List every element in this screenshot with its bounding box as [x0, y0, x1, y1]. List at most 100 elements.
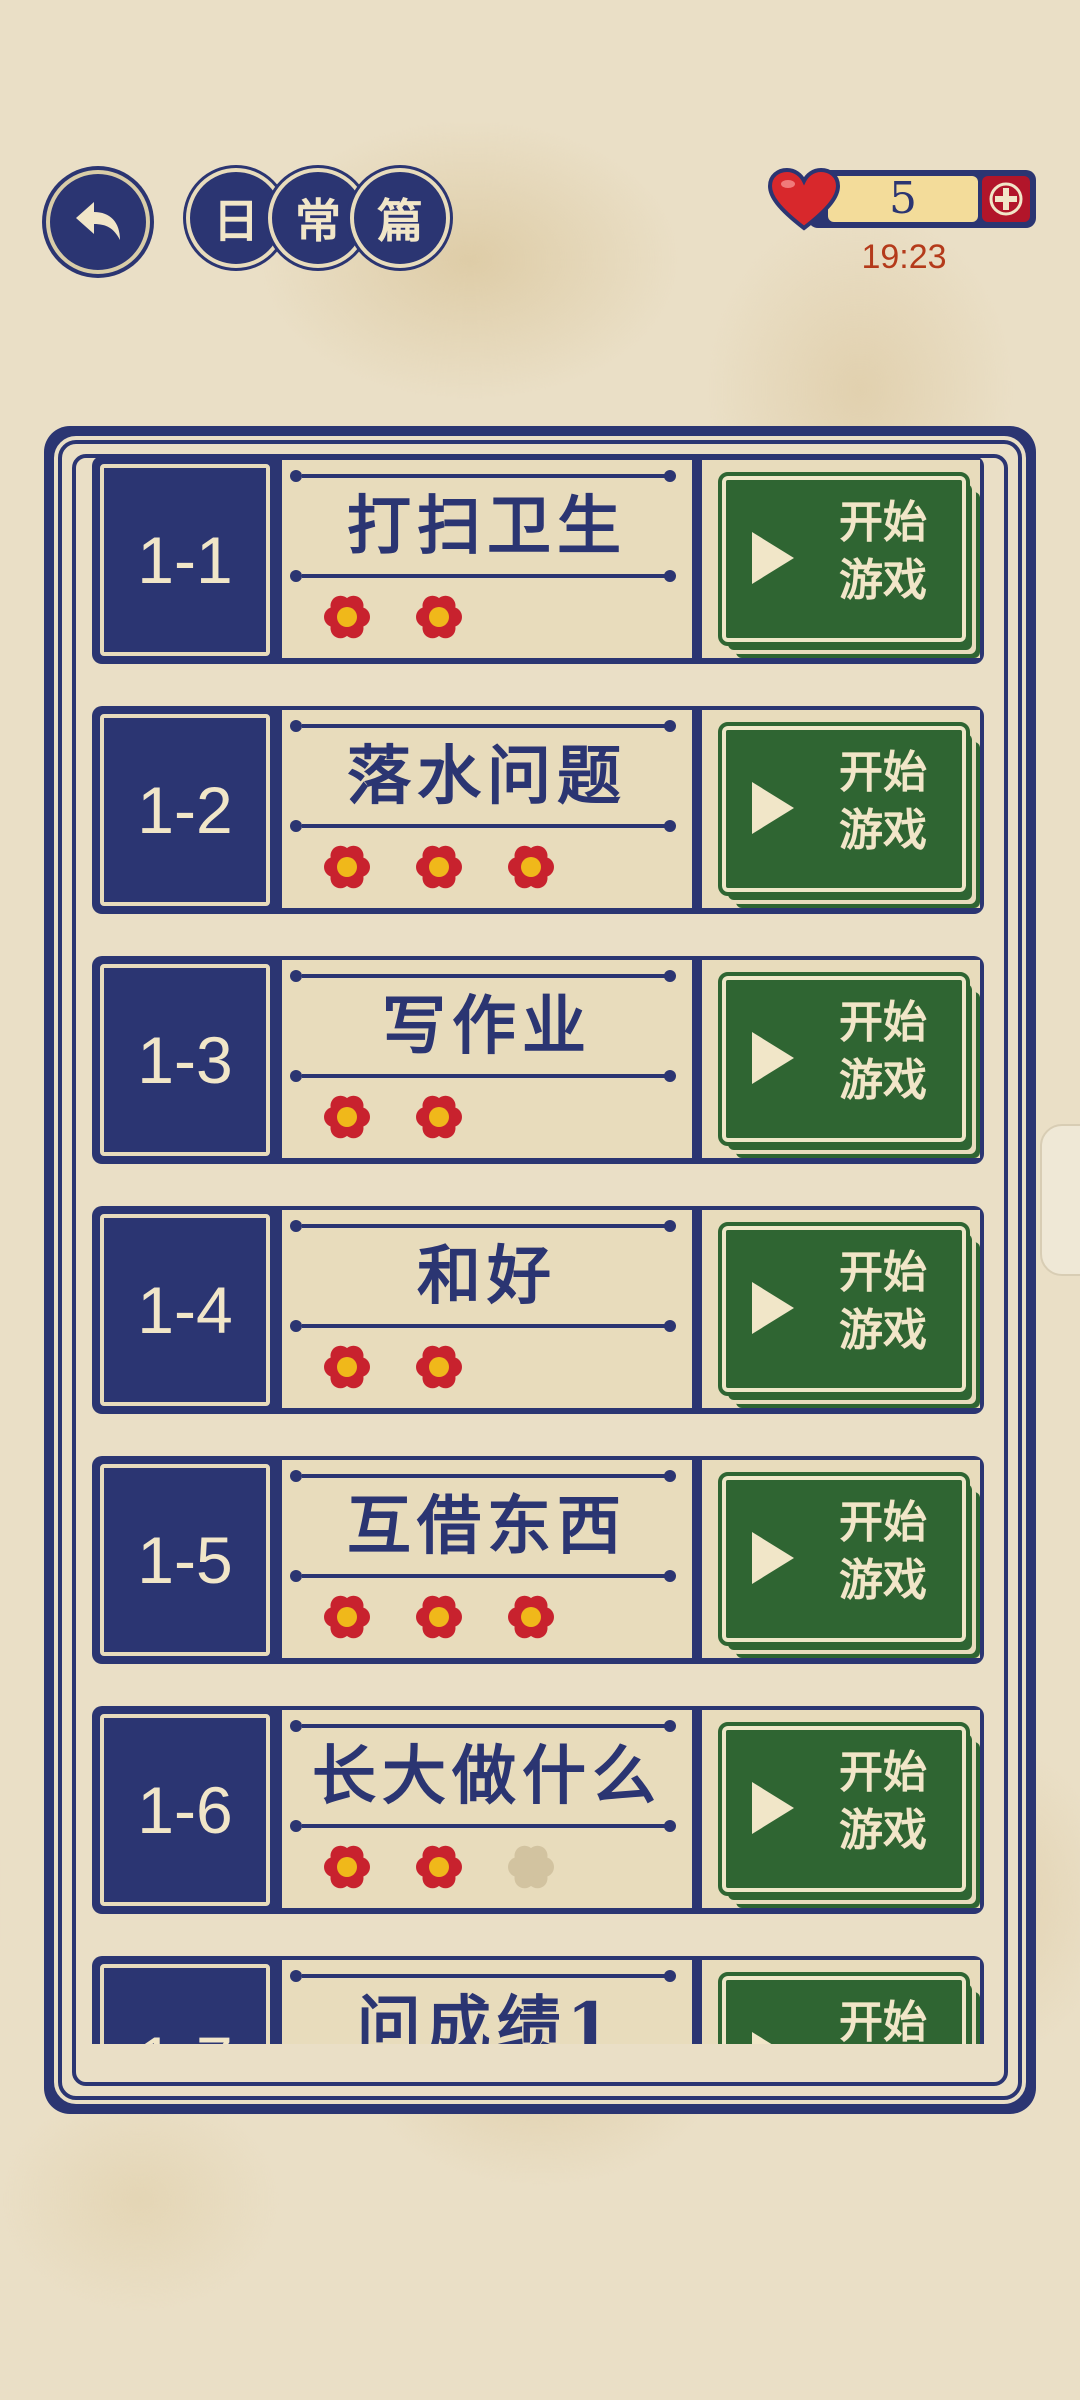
flower-star-icon [324, 845, 370, 889]
level-action: 开始游戏 [698, 710, 980, 908]
start-game-label-line2: 游戏 [839, 1805, 927, 1856]
start-game-label: 开始游戏 [818, 1744, 948, 1860]
lives-counter: 5 [768, 168, 1040, 232]
play-icon [752, 1032, 794, 1084]
start-game-button[interactable]: 开始游戏 [718, 972, 970, 1146]
level-action: 开始游戏 [698, 960, 980, 1158]
side-tab-handle[interactable] [1040, 1124, 1080, 1276]
play-icon [752, 782, 794, 834]
play-icon [752, 1282, 794, 1334]
back-button[interactable] [46, 170, 150, 274]
level-title: 落水问题 [347, 739, 627, 814]
divider-line [302, 1074, 672, 1078]
level-list[interactable]: 1-1 打扫卫生 开始 游戏 1-2 落水问题 开始 游戏 1-3 写作业 开始 游戏 1-4 和好 开始游… [92, 454, 988, 2044]
start-game-label-line2: 游戏 [839, 805, 927, 856]
ornament-dot [664, 470, 676, 482]
start-game-label-line2: 游戏 [839, 555, 927, 606]
level-action: 开始游戏 [698, 1210, 980, 1408]
flower-star-icon [324, 595, 370, 639]
flower-star-icon [508, 845, 554, 889]
start-game-button[interactable]: 开始游戏 [718, 1472, 970, 1646]
ornament-dot [664, 1970, 676, 1982]
chapter-title: 日 常 篇 [186, 168, 450, 268]
flower-star-icon [324, 1595, 370, 1639]
level-number: 1-3 [100, 964, 270, 1156]
start-game-label-line1: 开始 [839, 997, 927, 1048]
level-number: 1-2 [100, 714, 270, 906]
divider-line [302, 1724, 672, 1728]
divider-line [302, 724, 672, 728]
ornament-dot [290, 470, 302, 482]
level-row: 1-6 长大做什么 开始 游戏 [92, 1706, 984, 1914]
start-game-label-line1: 开始 [839, 747, 927, 798]
level-info: 问成绩1 [282, 1960, 692, 2044]
start-game-button[interactable]: 开始游戏 [718, 1222, 970, 1396]
start-game-label: 开始游戏 [818, 1494, 948, 1610]
start-game-button[interactable]: 开始游戏 [718, 1972, 970, 2044]
level-info: 打扫卫生 [282, 460, 692, 658]
start-game-label-line1: 开始 [839, 1997, 927, 2044]
level-panel: 1-1 打扫卫生 开始 游戏 1-2 落水问题 开始 游戏 1-3 写作业 开始 游戏 1-4 和好 开始游… [44, 426, 1036, 2114]
level-row: 1-3 写作业 开始游戏 [92, 956, 984, 1164]
level-info: 互借东西 [282, 1460, 692, 1658]
flower-star-icon [324, 1845, 370, 1889]
flower-star-icon [324, 1345, 370, 1389]
level-action: 开始游戏 [698, 460, 980, 658]
divider-line [302, 974, 672, 978]
start-game-button[interactable]: 开始游戏 [718, 1722, 970, 1896]
flower-star-icon [416, 1345, 462, 1389]
level-rating [322, 1842, 556, 1892]
level-rating [322, 1592, 556, 1642]
ornament-dot [290, 1970, 302, 1982]
level-action: 开始游戏 [698, 1960, 980, 2044]
flower-star-icon [416, 595, 462, 639]
divider-line [302, 1474, 672, 1478]
level-action: 开始游戏 [698, 1710, 980, 1908]
level-number: 1-7 [100, 1964, 270, 2044]
divider-line [302, 1574, 672, 1578]
level-rating [322, 1092, 464, 1142]
start-game-label-line1: 开始 [839, 1247, 927, 1298]
start-game-label-line1: 开始 [839, 1497, 927, 1548]
divider-line [302, 574, 672, 578]
lives-count: 5 [828, 176, 978, 222]
start-game-label: 开始游戏 [818, 494, 948, 610]
start-game-label-line2: 游戏 [839, 1305, 927, 1356]
divider-line [302, 1324, 672, 1328]
level-title: 互借东西 [347, 1489, 627, 1564]
flower-star-icon [416, 1845, 462, 1889]
empty-flower-star-icon [508, 1845, 554, 1889]
ornament-dot [664, 1470, 676, 1482]
ornament-dot [290, 720, 302, 732]
level-row: 1-4 和好 开始 游戏 [92, 1206, 984, 1414]
divider-line [302, 824, 672, 828]
ornament-dot [664, 1220, 676, 1232]
level-number: 1-4 [100, 1214, 270, 1406]
start-game-label-line1: 开始 [839, 497, 927, 548]
level-title: 打扫卫生 [347, 489, 627, 564]
ornament-dot [290, 1470, 302, 1482]
level-title: 长大做什么 [312, 1739, 662, 1814]
level-info: 长大做什么 [282, 1710, 692, 1908]
level-row: 1-5 互借东西 开始 游戏 [92, 1456, 984, 1664]
level-number: 1-1 [100, 464, 270, 656]
level-title: 写作业 [382, 989, 592, 1064]
ornament-dot [290, 1720, 302, 1732]
start-game-label-line1: 开始 [839, 1747, 927, 1798]
ornament-dot [664, 720, 676, 732]
level-action: 开始游戏 [698, 1460, 980, 1658]
level-info: 写作业 [282, 960, 692, 1158]
flower-star-icon [324, 1095, 370, 1139]
start-game-button[interactable]: 开始游戏 [718, 472, 970, 646]
start-game-button[interactable]: 开始游戏 [718, 722, 970, 896]
start-game-label-line2: 游戏 [839, 1055, 927, 1106]
level-rating [322, 842, 556, 892]
level-row: 1-1 打扫卫生 开始游戏 [92, 456, 984, 664]
flower-star-icon [416, 845, 462, 889]
back-arrow-icon [76, 202, 120, 240]
add-lives-button[interactable] [982, 176, 1030, 222]
level-title: 问成绩1 [356, 1989, 618, 2044]
start-game-label-line2: 游戏 [839, 1555, 927, 1606]
start-game-label: 开始游戏 [818, 744, 948, 860]
level-rating [322, 592, 464, 642]
